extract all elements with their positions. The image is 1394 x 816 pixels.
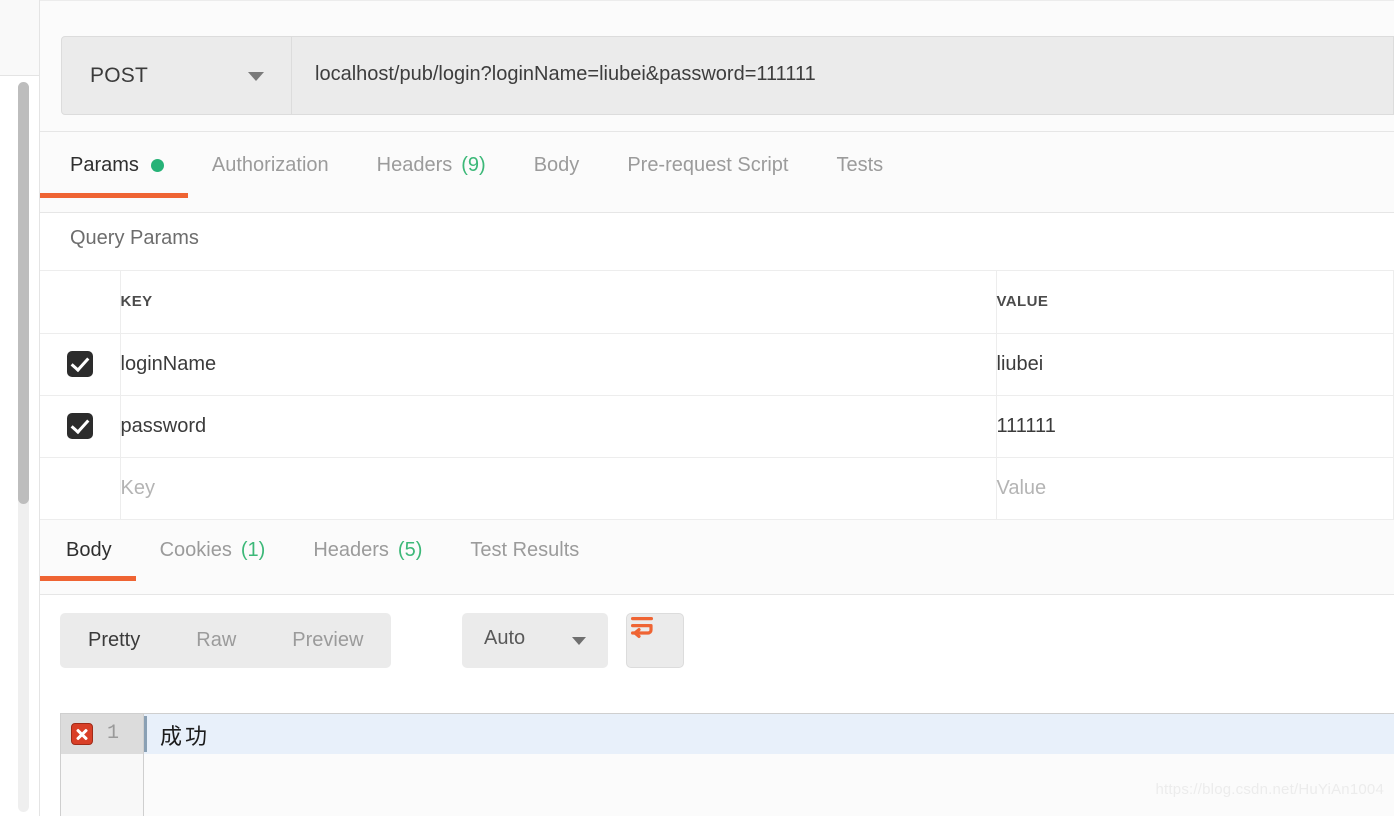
response-body-toolbar: Pretty Raw Preview Auto xyxy=(40,594,1394,690)
response-tab-body[interactable]: Body xyxy=(40,520,136,581)
code-gutter: 1 xyxy=(61,714,144,816)
word-wrap-button[interactable] xyxy=(626,612,684,668)
format-dropdown[interactable]: Auto xyxy=(462,612,608,668)
checkbox-checked-icon[interactable] xyxy=(66,351,93,377)
url-bar: POST localhost/pub/login?loginName=liube… xyxy=(40,0,1394,132)
row-checkbox-cell[interactable] xyxy=(40,395,121,458)
text-cursor xyxy=(144,716,147,752)
response-tab-headers-count: (5) xyxy=(397,538,423,561)
response-tab-test-results-label: Test Results xyxy=(470,538,580,561)
chevron-down-icon xyxy=(572,636,586,645)
tab-headers-count: (9) xyxy=(461,153,486,176)
line-number: 1 xyxy=(107,722,120,745)
response-tab-headers-label: Headers xyxy=(313,538,389,561)
http-method-label: POST xyxy=(90,64,148,87)
tab-headers[interactable]: Headers (9) xyxy=(353,132,510,198)
query-params-table: KEY VALUE loginName liubei password 1111… xyxy=(40,271,1394,520)
row-key-placeholder[interactable]: Key xyxy=(120,457,997,520)
tab-tests-label: Tests xyxy=(836,153,884,176)
query-params-title: Query Params xyxy=(70,227,199,249)
word-wrap-icon xyxy=(631,616,653,638)
tab-headers-label: Headers xyxy=(376,153,453,176)
watermark-text: https://blog.csdn.net/HuYiAn1004 xyxy=(1155,781,1384,798)
rail-top-block xyxy=(0,0,39,76)
chevron-down-icon xyxy=(248,72,264,81)
checkbox-checked-icon[interactable] xyxy=(66,413,93,439)
row-value-placeholder[interactable]: Value xyxy=(996,457,1394,520)
response-tab-test-results[interactable]: Test Results xyxy=(446,520,603,581)
url-input[interactable]: localhost/pub/login?loginName=liubei&pas… xyxy=(292,36,1394,115)
tab-body[interactable]: Body xyxy=(510,132,604,198)
row-key[interactable]: loginName xyxy=(120,333,997,396)
query-params-header: Query Params xyxy=(40,213,1394,271)
tab-pre-request-script[interactable]: Pre-request Script xyxy=(603,132,812,198)
table-row-empty[interactable]: Key Value xyxy=(40,457,1394,520)
tab-params-label: Params xyxy=(70,153,139,176)
format-dropdown-label: Auto xyxy=(484,626,526,649)
row-value[interactable]: liubei xyxy=(996,333,1394,396)
response-tab-row: Body Cookies (1) Headers (5) Test Result… xyxy=(40,520,603,601)
view-mode-pretty[interactable]: Pretty xyxy=(60,613,168,668)
table-row[interactable]: password 111111 xyxy=(40,395,1394,458)
url-value: localhost/pub/login?loginName=liubei&pas… xyxy=(315,63,816,85)
row-key[interactable]: password xyxy=(120,395,997,458)
row-checkbox-cell[interactable] xyxy=(40,333,121,396)
postman-window: POST localhost/pub/login?loginName=liube… xyxy=(0,0,1394,816)
tab-tests[interactable]: Tests xyxy=(812,132,907,198)
http-method-dropdown[interactable]: POST xyxy=(61,36,292,115)
response-tab-body-label: Body xyxy=(66,538,112,561)
view-mode-raw[interactable]: Raw xyxy=(168,613,264,668)
tab-pre-request-script-label: Pre-request Script xyxy=(627,153,789,176)
tab-authorization[interactable]: Authorization xyxy=(188,132,353,198)
response-body-text: 成功 xyxy=(160,725,211,750)
row-checkbox-cell-empty[interactable] xyxy=(40,457,121,520)
response-tab-cookies-count: (1) xyxy=(240,538,266,561)
table-header-row: KEY VALUE xyxy=(40,271,1394,334)
response-tab-cookies-label: Cookies xyxy=(159,538,232,561)
response-tab-cookies[interactable]: Cookies (1) xyxy=(136,520,290,581)
vertical-scrollbar-thumb[interactable] xyxy=(18,82,29,504)
left-rail xyxy=(0,0,40,816)
header-checkbox-cell xyxy=(40,271,121,334)
tab-authorization-label: Authorization xyxy=(211,153,329,176)
table-row[interactable]: loginName liubei xyxy=(40,333,1394,396)
row-value[interactable]: 111111 xyxy=(996,395,1394,458)
response-tabs: Body Cookies (1) Headers (5) Test Result… xyxy=(40,519,1394,595)
code-active-line[interactable]: 成功 xyxy=(144,714,1394,754)
response-body-viewer[interactable]: 1 成功 xyxy=(60,713,1394,816)
view-mode-preview[interactable]: Preview xyxy=(264,613,391,668)
request-tab-row: Params Authorization Headers (9) Body Pr… xyxy=(40,132,907,213)
tab-params[interactable]: Params xyxy=(40,132,188,198)
error-marker-icon[interactable] xyxy=(71,723,93,745)
params-active-dot-icon xyxy=(150,158,164,172)
request-tabs: Params Authorization Headers (9) Body Pr… xyxy=(40,132,1394,213)
view-mode-segmented-control: Pretty Raw Preview xyxy=(60,612,392,668)
header-value: VALUE xyxy=(996,271,1394,334)
tab-body-label: Body xyxy=(533,153,580,176)
main-panel: POST localhost/pub/login?loginName=liube… xyxy=(40,0,1394,816)
response-tab-headers[interactable]: Headers (5) xyxy=(289,520,446,581)
header-key: KEY xyxy=(120,271,997,334)
